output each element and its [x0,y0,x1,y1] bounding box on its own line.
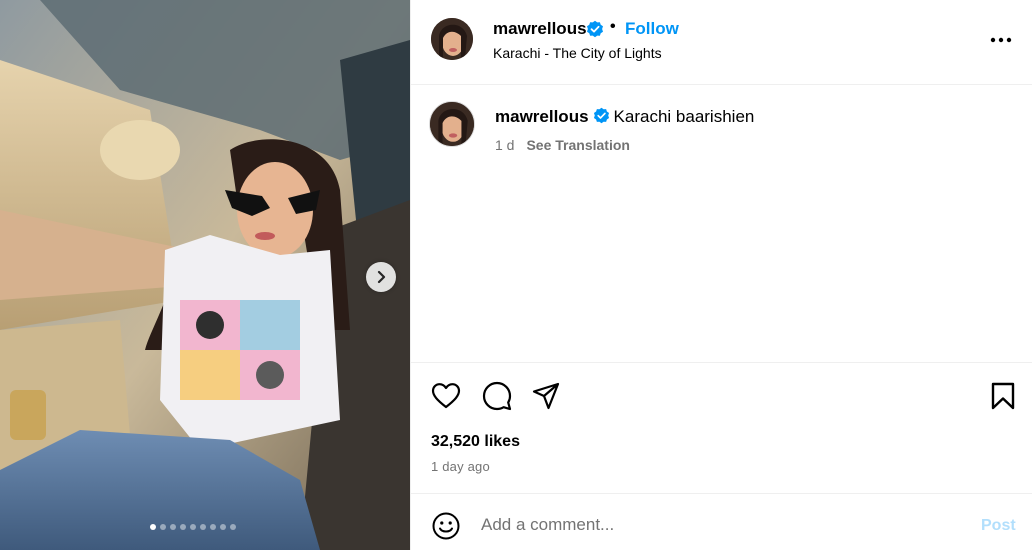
caption-author-avatar[interactable] [429,101,475,147]
carousel-dot [150,524,156,530]
caption-line: mawrellous Karachi baarishien [495,107,754,127]
heart-icon [431,383,461,409]
caption-age[interactable]: 1 d [495,137,514,153]
likes-count[interactable]: 32,520 likes [431,433,520,451]
comment-input[interactable] [481,510,961,540]
share-icon [532,382,560,410]
author-username[interactable]: mawrellous [493,19,587,39]
carousel-dot [230,524,236,530]
post-location[interactable]: Karachi - The City of Lights [493,45,662,61]
chevron-right-icon [377,270,386,284]
more-options-button[interactable] [986,30,1016,50]
profile-avatar-image [431,18,473,60]
carousel-dot [180,524,186,530]
carousel-dot [220,524,226,530]
carousel-dot [190,524,196,530]
author-avatar[interactable] [431,18,473,60]
caption-area: mawrellous Karachi baarishien 1 d See Tra… [411,85,1032,363]
post-header: mawrellous • Follow Karachi - The City o… [411,0,1032,85]
post-comment-button[interactable]: Post [981,517,1016,535]
post-time[interactable]: 1 day ago [431,459,490,474]
comment-bar: Post [411,493,1032,550]
comment-icon [482,381,512,411]
post-side-panel: mawrellous • Follow Karachi - The City o… [410,0,1032,550]
emoji-button[interactable] [431,511,461,541]
verified-badge-icon [587,20,603,38]
comment-button[interactable] [482,381,512,411]
caption-text: Karachi baarishien [613,107,755,126]
post-photo [0,0,410,550]
bookmark-icon [991,382,1015,410]
carousel-dot [210,524,216,530]
carousel-dot [200,524,206,530]
share-button[interactable] [531,381,561,411]
caption-username[interactable]: mawrellous [495,107,589,126]
follow-button[interactable]: Follow [625,19,679,39]
save-button[interactable] [988,381,1018,411]
carousel-dot [160,524,166,530]
post-media[interactable] [0,0,410,550]
like-button[interactable] [431,381,461,411]
more-horizontal-icon [990,37,1012,43]
carousel-indicators [150,524,236,530]
carousel-next-button[interactable] [366,262,396,292]
profile-avatar-image [430,102,474,146]
post-dialog: mawrellous • Follow Karachi - The City o… [0,0,1032,550]
verified-badge-icon [593,107,609,124]
carousel-dot [170,524,176,530]
caption-meta: 1 d See Translation [495,137,630,153]
action-bar [411,363,1032,428]
header-separator: • [610,18,616,35]
see-translation-button[interactable]: See Translation [526,137,629,153]
emoji-icon [432,512,460,540]
